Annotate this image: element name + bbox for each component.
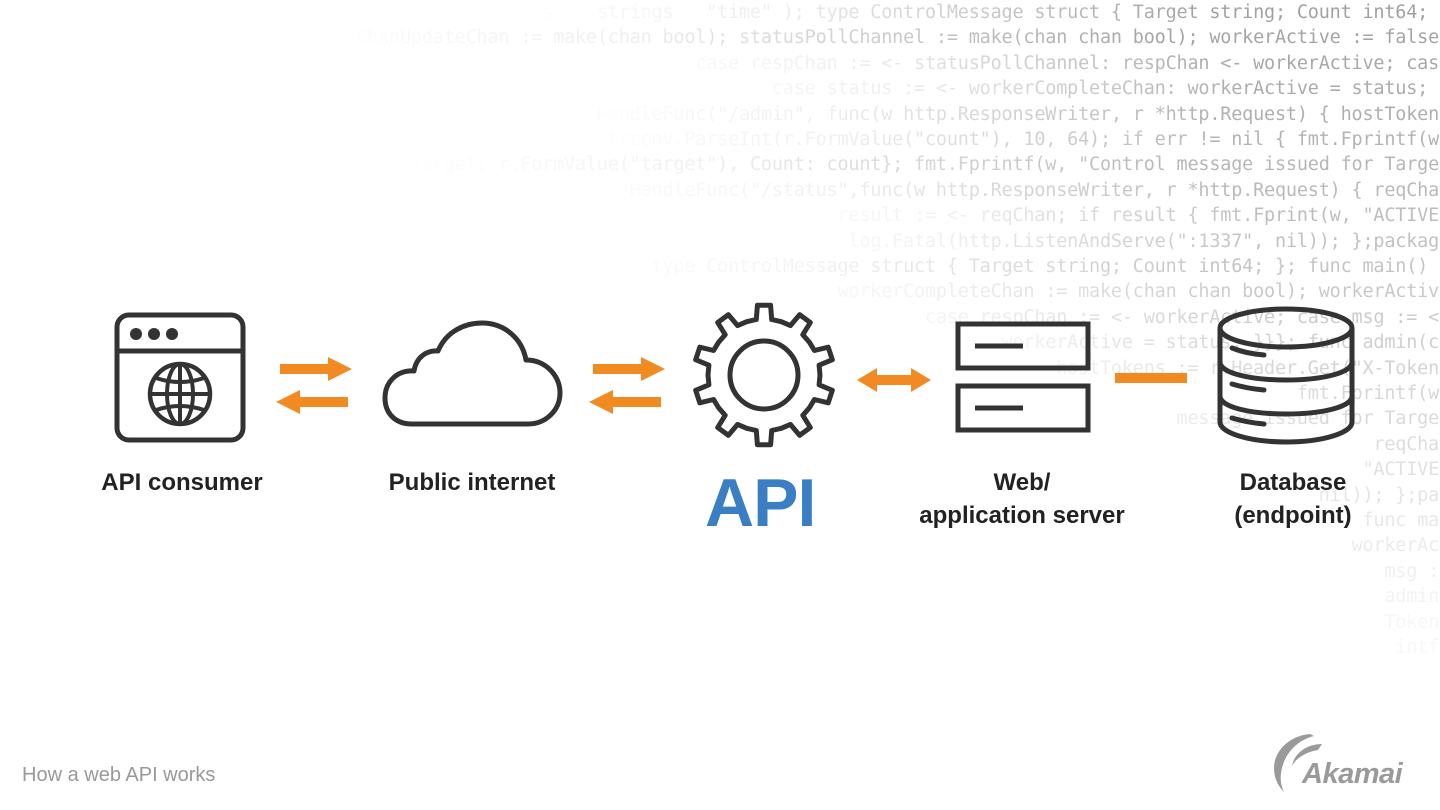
background-code-line: ChanUpdateChan := make(chan bool); statu… — [301, 27, 1440, 49]
database-icon — [1217, 306, 1355, 445]
server-icon — [955, 321, 1091, 433]
background-code-line: s strings "time" ); type ControlMessage … — [498, 2, 1440, 23]
api-consumer-node — [114, 312, 246, 444]
api-consumer-label: API consumer — [101, 469, 263, 496]
background-code-line: admin( — [1078, 586, 1440, 608]
database-label-line2: (endpoint) — [1234, 502, 1352, 529]
server-label: Web/ application server — [902, 466, 1142, 532]
cloud-icon — [382, 320, 563, 427]
edge-api-server — [857, 366, 931, 394]
diagram-caption: How a web API works — [22, 764, 216, 786]
server-label-line2: application server — [919, 502, 1125, 529]
database-label: Database (endpoint) — [1193, 466, 1393, 532]
public-internet-node — [382, 320, 564, 430]
database-label-line1: Database — [1239, 469, 1347, 496]
background-code-line: result := <- reqChan; if result { fmt.Fp… — [717, 205, 1440, 227]
database-node — [1216, 306, 1356, 446]
public-internet-label: Public internet — [388, 469, 556, 496]
akamai-logo-text: Akamai — [1302, 758, 1403, 790]
two-way-arrows-icon — [589, 357, 665, 414]
background-code-line: case status := <- workerCompleteChan: wo… — [651, 78, 1440, 100]
background-code-line: workerAct — [1056, 535, 1440, 557]
background-code-line: HandleFunc("/status",func(w http.Respons… — [553, 179, 1440, 201]
background-code-line: case respChan := <- statusPollChannel: r… — [607, 52, 1440, 74]
api-label: API — [705, 465, 816, 541]
server-node — [955, 321, 1091, 433]
background-code-line: intf( — [1078, 637, 1440, 658]
edge-internet-api — [587, 355, 667, 415]
edge-consumer-internet — [274, 355, 354, 415]
background-code-line: type ControlMessage struct { Target stri… — [542, 256, 1440, 277]
background-code-line: strconv.ParseInt(r.FormValue("count"), 1… — [574, 129, 1440, 150]
background-code-line: Target: r.FormValue("target"), Count: co… — [378, 154, 1440, 176]
two-way-arrows-icon — [276, 357, 352, 414]
api-node — [688, 300, 840, 450]
background-code-line: log.Fatal(http.ListenAndServe(":1337", n… — [695, 230, 1440, 252]
server-label-line1: Web/ — [993, 469, 1051, 496]
browser-globe-icon — [114, 312, 246, 443]
edge-server-database — [1115, 372, 1187, 384]
double-arrow-icon — [857, 368, 931, 392]
background-code-line: msg := — [1078, 560, 1440, 582]
connector-line — [1115, 373, 1187, 383]
background-code-line: Tokens — [1067, 612, 1440, 633]
gear-icon — [693, 302, 835, 448]
background-code-line: HandleFunc("/admin", func(w http.Respons… — [564, 103, 1440, 125]
